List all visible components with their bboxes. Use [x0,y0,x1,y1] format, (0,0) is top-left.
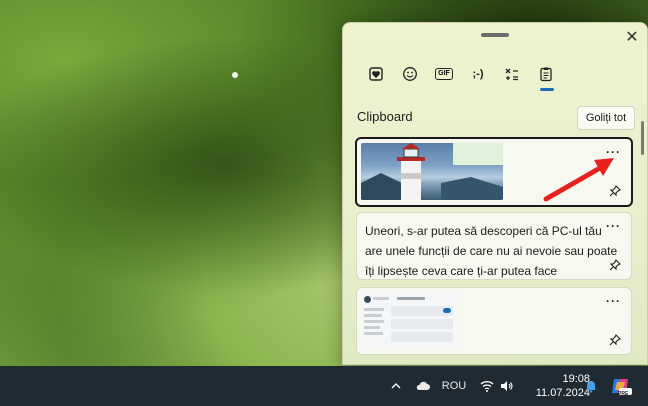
panel-tabs: GIF ;-) [359,61,563,91]
pin-icon[interactable] [609,185,621,197]
clipboard-text: Uneori, s-ar putea să descoperi că PC-ul… [365,224,618,278]
kaomoji-tab[interactable]: ;-) [461,61,495,87]
more-options-icon[interactable]: ··· [606,145,621,159]
wifi-icon[interactable] [478,366,496,406]
clipboard-item-text[interactable]: Uneori, s-ar putea să descoperi că PC-ul… [356,212,632,280]
taskbar: ROU 19:08 11.07.2024 PRE [0,366,648,406]
symbols-icon [505,68,518,81]
settings-screenshot-image [361,292,457,348]
volume-icon[interactable] [498,366,516,406]
clear-all-button[interactable]: Goliți tot [577,106,635,130]
wallpaper-flower [232,72,238,78]
drag-handle[interactable] [481,33,509,37]
image-highlight [453,143,503,165]
gif-label: GIF [435,68,453,80]
heart-icon [369,67,383,81]
more-options-icon[interactable]: ··· [606,294,621,308]
clipboard-panel: ✕ GIF ;-) Clipboard Goliți tot ··· Uneor… [342,22,648,365]
symbols-tab[interactable] [495,61,529,87]
close-icon[interactable]: ✕ [621,27,643,49]
pin-icon[interactable] [609,334,621,346]
copilot-badge: PRE [618,391,629,397]
gif-tab[interactable]: GIF [427,61,461,87]
section-title: Clipboard [357,109,413,124]
clipboard-icon [540,67,552,82]
kaomoji-label: ;-) [472,68,484,80]
chevron-up-icon[interactable] [386,366,406,406]
clipboard-item-lighthouse[interactable]: ··· [355,137,633,207]
smiley-icon [403,67,417,81]
cloud-icon[interactable] [412,366,434,406]
bell-icon[interactable] [582,366,600,406]
scrollbar-thumb[interactable] [641,121,644,155]
emoji-heart-tab[interactable] [359,61,393,87]
more-options-icon[interactable]: ··· [606,219,621,233]
emoji-tab[interactable] [393,61,427,87]
clipboard-tab[interactable] [529,61,563,91]
language-indicator[interactable]: ROU [440,366,468,406]
clipboard-item-screenshot[interactable]: ··· [356,287,632,355]
copilot-icon[interactable]: PRE [608,366,634,406]
pin-icon[interactable] [609,259,621,271]
